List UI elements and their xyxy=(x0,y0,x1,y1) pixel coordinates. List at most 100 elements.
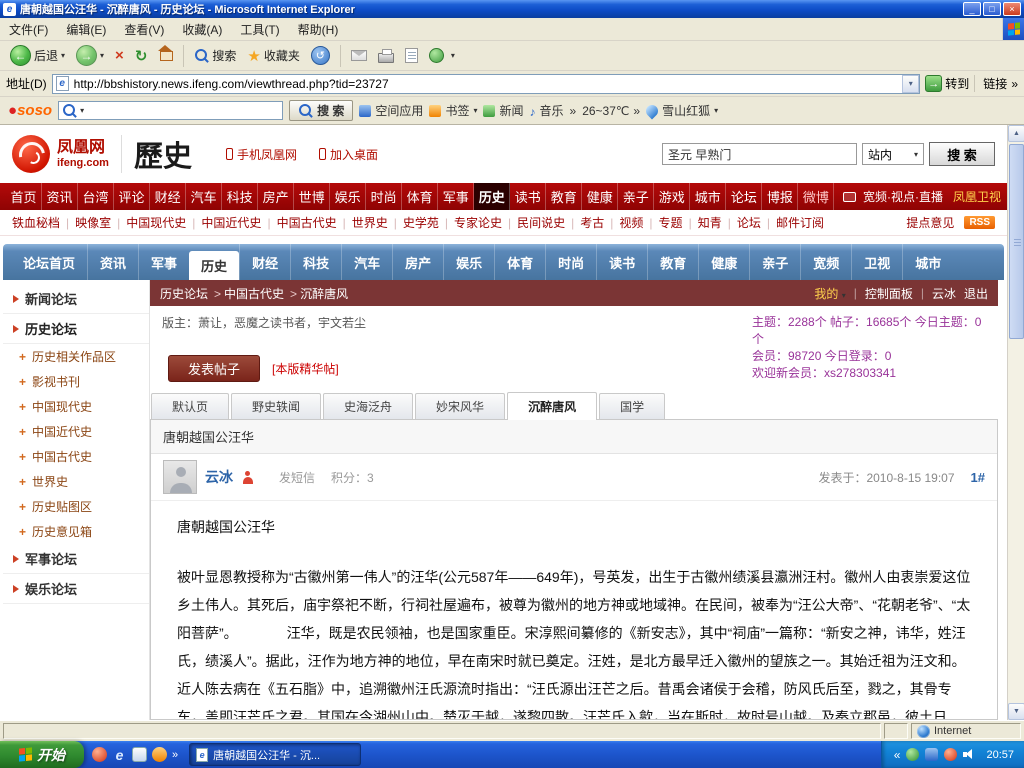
main-nav-item[interactable]: 房产 xyxy=(258,183,294,210)
soso-apps-button[interactable]: 空间应用 xyxy=(359,102,423,119)
new-post-button[interactable]: 发表帖子 xyxy=(168,355,260,382)
sidebar-item[interactable]: 中国现代史 xyxy=(3,394,149,419)
soso-search-dropdown-icon[interactable]: ▾ xyxy=(80,106,84,115)
media-player-icon[interactable] xyxy=(152,747,167,762)
main-nav-item[interactable]: 教育 xyxy=(546,183,582,210)
site-search-scope-select[interactable]: 站内 ▾ xyxy=(862,143,924,165)
soso-music-button[interactable]: ♪ 音乐 xyxy=(529,102,563,119)
main-nav-right-link[interactable]: 宽频·视点·直播 xyxy=(863,188,943,205)
forum-nav-tab[interactable]: 读书 xyxy=(596,244,647,280)
sidebar-item[interactable]: 历史贴图区 xyxy=(3,494,149,519)
main-nav-item[interactable]: 健康 xyxy=(582,183,618,210)
main-nav-right-link[interactable]: 凤凰卫视 xyxy=(953,188,1001,205)
sub-nav-item[interactable]: 论坛 xyxy=(722,214,761,231)
close-button[interactable]: × xyxy=(1003,2,1021,16)
ie-quicklaunch-icon[interactable]: e xyxy=(112,747,127,762)
vertical-scrollbar[interactable]: ▲ ▼ xyxy=(1007,125,1024,720)
sidebar-item[interactable]: 中国近代史 xyxy=(3,419,149,444)
soso-bookmarks-button[interactable]: 书签 ▾ xyxy=(429,102,477,119)
go-button[interactable]: → 转到 xyxy=(925,75,969,92)
forum-nav-tab[interactable]: 资讯 xyxy=(87,244,138,280)
scroll-down-icon[interactable]: ▼ xyxy=(1008,703,1024,720)
mail-button[interactable] xyxy=(347,48,371,63)
tray-chevron-icon[interactable]: « xyxy=(894,748,901,762)
back-button[interactable]: ← 后退 ▾ xyxy=(6,43,69,68)
user-dropdown-icon[interactable]: ▾ xyxy=(714,106,718,115)
sidebar-item[interactable]: 世界史 xyxy=(3,469,149,494)
main-nav-item[interactable]: 博报 xyxy=(762,183,798,210)
forum-nav-tab[interactable]: 宽频 xyxy=(800,244,851,280)
main-nav-item[interactable]: 财经 xyxy=(150,183,186,210)
forum-nav-tab[interactable]: 军事 xyxy=(138,244,189,280)
main-nav-item[interactable]: 时尚 xyxy=(366,183,402,210)
soso-search-input[interactable]: ▾ xyxy=(58,101,283,120)
sub-nav-item[interactable]: 视频 xyxy=(604,214,643,231)
forum-nav-tab[interactable]: 卫视 xyxy=(851,244,902,280)
forum-nav-tab[interactable]: 时尚 xyxy=(545,244,596,280)
header-link[interactable]: 手机凤凰网 xyxy=(226,146,297,163)
clock[interactable]: 20:57 xyxy=(986,749,1014,761)
main-nav-item[interactable]: 军事 xyxy=(438,183,474,210)
tray-icon-3[interactable] xyxy=(944,748,957,761)
main-nav-item[interactable]: 娱乐 xyxy=(330,183,366,210)
volume-icon[interactable] xyxy=(963,748,976,761)
main-nav-item[interactable]: 体育 xyxy=(402,183,438,210)
main-nav-item[interactable]: 首页 xyxy=(6,183,42,210)
forum-nav-tab[interactable]: 汽车 xyxy=(341,244,392,280)
main-nav-item[interactable]: 科技 xyxy=(222,183,258,210)
sub-nav-item[interactable]: 铁血秘档 xyxy=(12,214,60,231)
subforum-tab[interactable]: 史海泛舟 xyxy=(323,393,413,419)
sidebar-item[interactable]: 中国古代史 xyxy=(3,444,149,469)
forum-nav-tab[interactable]: 教育 xyxy=(647,244,698,280)
search-button[interactable]: 搜索 xyxy=(190,45,240,66)
sidebar-item[interactable]: 娱乐论坛 xyxy=(3,574,149,604)
forward-button[interactable]: → ▾ xyxy=(72,43,108,68)
main-nav-item[interactable]: 资讯 xyxy=(42,183,78,210)
favorites-button[interactable]: ★ 收藏夹 xyxy=(243,45,303,67)
tray-icon-1[interactable] xyxy=(906,748,919,761)
edit-button[interactable] xyxy=(401,46,422,65)
print-button[interactable] xyxy=(374,47,398,65)
main-nav-item[interactable]: 世博 xyxy=(294,183,330,210)
sidebar-item[interactable]: 新闻论坛 xyxy=(3,284,149,314)
floor-number-link[interactable]: 1# xyxy=(971,470,985,485)
breadcrumb-item[interactable]: 沉醉唐风 xyxy=(284,285,348,302)
sub-nav-item[interactable]: 专家论史 xyxy=(439,214,502,231)
sub-nav-item[interactable]: 民间说史 xyxy=(502,214,565,231)
back-dropdown-icon[interactable]: ▾ xyxy=(61,51,65,60)
forum-nav-tab[interactable]: 健康 xyxy=(698,244,749,280)
main-nav-item[interactable]: 游戏 xyxy=(654,183,690,210)
sub-nav-item[interactable]: 考古 xyxy=(565,214,604,231)
address-dropdown-icon[interactable]: ▾ xyxy=(902,75,919,93)
soso-overflow-icon[interactable]: » xyxy=(570,104,577,118)
sub-nav-item[interactable]: 知青 xyxy=(683,214,722,231)
avatar[interactable] xyxy=(163,460,197,494)
sidebar-item[interactable]: 影视书刊 xyxy=(3,369,149,394)
feedback-link[interactable]: 提点意见 xyxy=(906,214,954,231)
menu-item[interactable]: 编辑(E) xyxy=(57,20,115,40)
forum-nav-tab[interactable]: 城市 xyxy=(902,244,953,280)
sidebar-item[interactable]: 军事论坛 xyxy=(3,544,149,574)
main-nav-item[interactable]: 汽车 xyxy=(186,183,222,210)
sub-nav-item[interactable]: 中国现代史 xyxy=(111,214,186,231)
forum-nav-tab[interactable]: 科技 xyxy=(290,244,341,280)
subforum-tab[interactable]: 妙宋风华 xyxy=(415,393,505,419)
my-menu[interactable]: 我的 ▾ xyxy=(814,285,845,302)
forum-nav-tab[interactable]: 房产 xyxy=(392,244,443,280)
site-search-button[interactable]: 搜 索 xyxy=(929,142,995,166)
show-desktop-icon[interactable] xyxy=(132,747,147,762)
subforum-tab[interactable]: 默认页 xyxy=(151,393,229,419)
sub-nav-item[interactable]: 中国近代史 xyxy=(186,214,261,231)
main-nav-item[interactable]: 读书 xyxy=(510,183,546,210)
sidebar-item[interactable]: 历史意见箱 xyxy=(3,519,149,544)
refresh-button[interactable]: ↻ xyxy=(131,45,152,67)
menu-item[interactable]: 查看(V) xyxy=(115,20,173,40)
start-button[interactable]: 开始 xyxy=(0,741,84,768)
forum-nav-tab[interactable]: 体育 xyxy=(494,244,545,280)
main-nav-item[interactable]: 微博 xyxy=(798,183,834,210)
forum-nav-tab[interactable]: 历史 xyxy=(189,251,239,280)
control-panel-link[interactable]: 控制面板 xyxy=(865,285,913,302)
forum-nav-tab[interactable]: 娱乐 xyxy=(443,244,494,280)
home-button[interactable] xyxy=(154,46,177,65)
soso-search-button[interactable]: 搜 索 xyxy=(289,100,353,121)
